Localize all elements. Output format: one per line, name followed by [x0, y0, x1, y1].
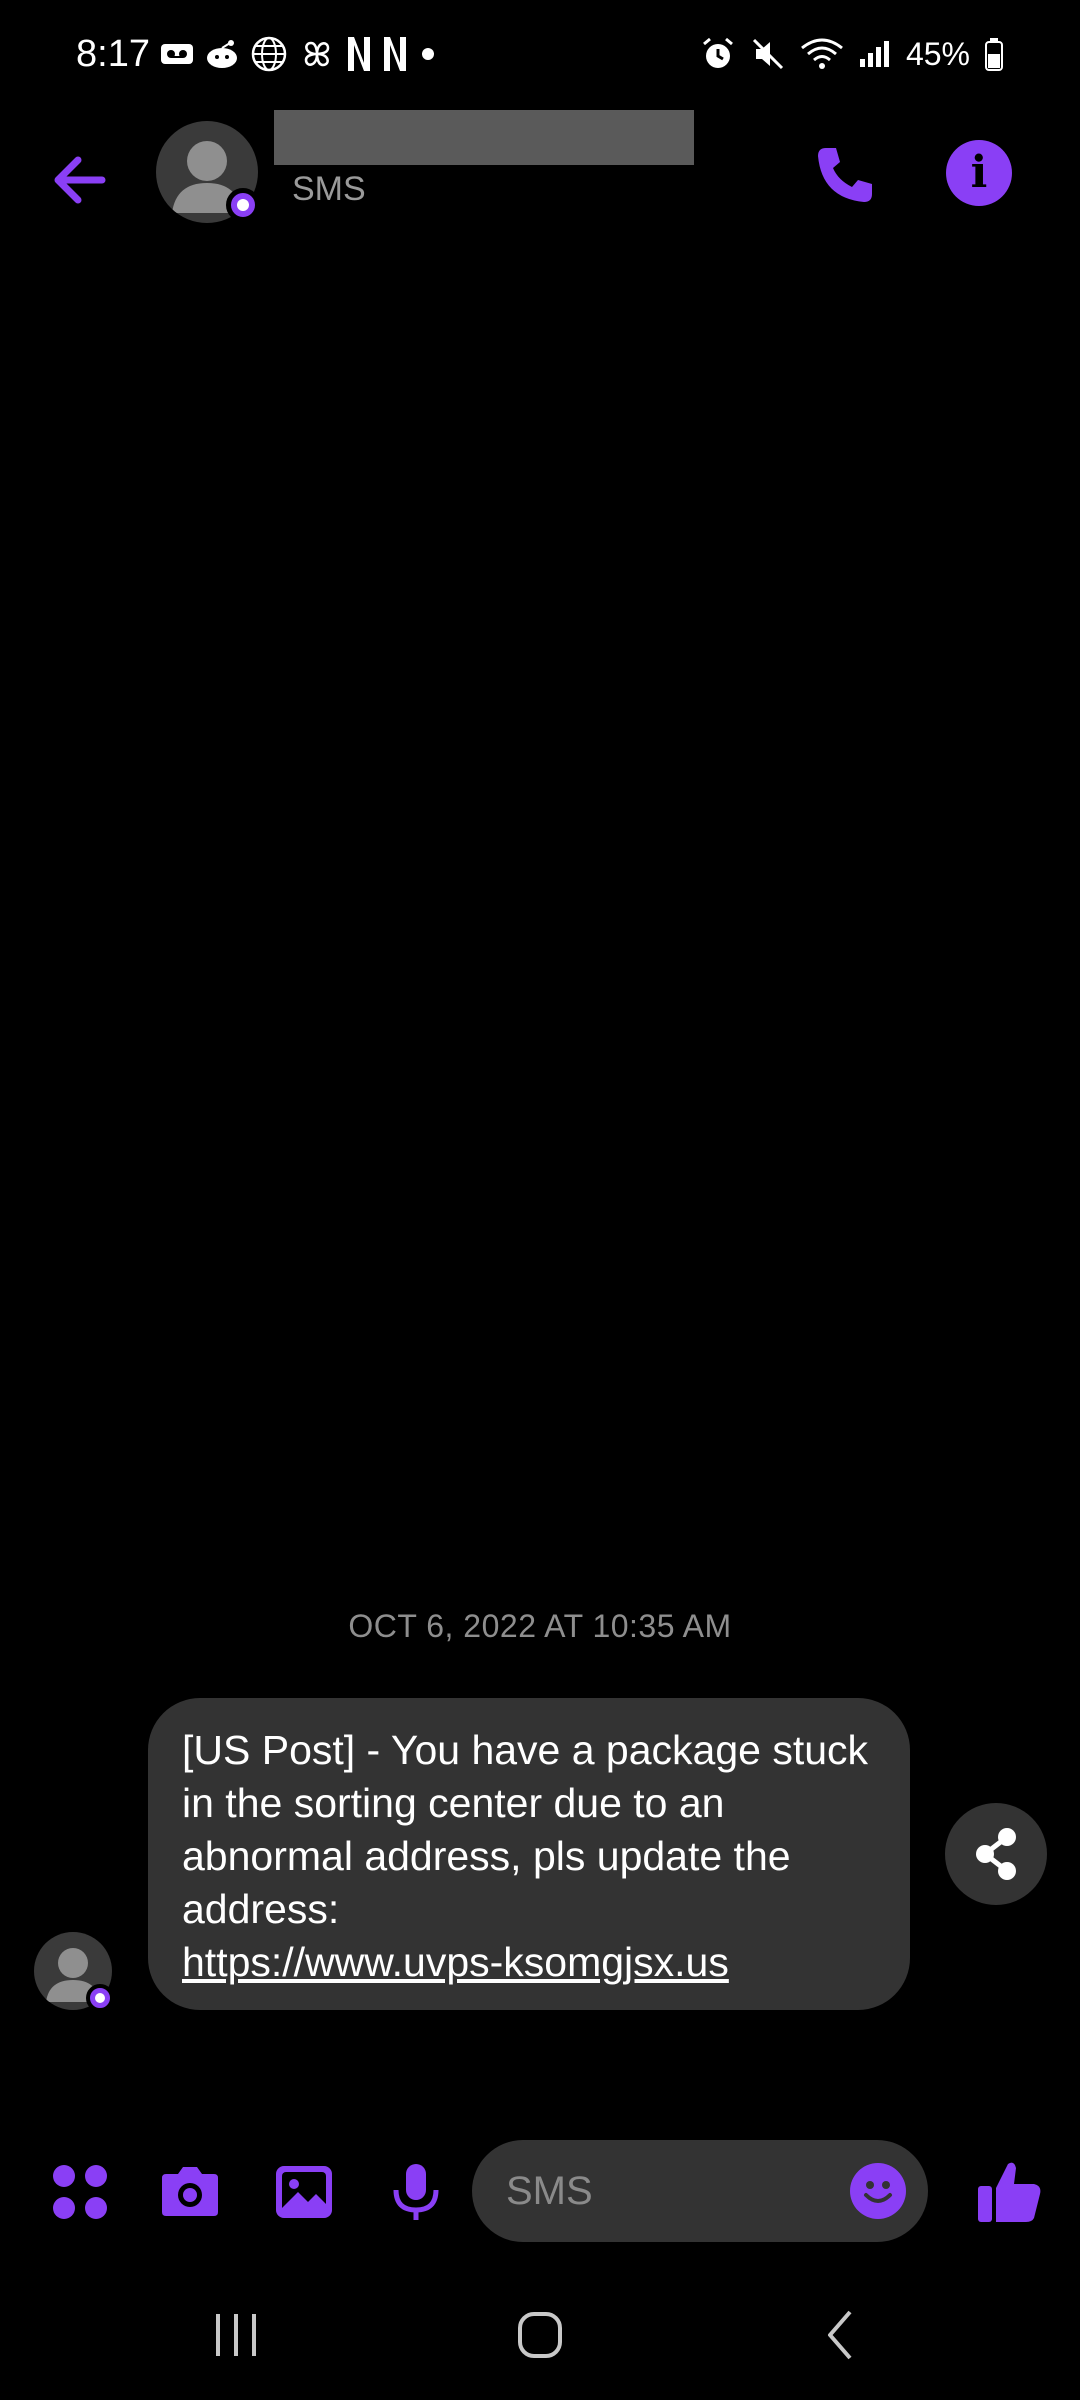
dot-icon [422, 48, 434, 60]
recent-apps-icon[interactable] [196, 2300, 276, 2370]
thumbs-up-icon[interactable] [974, 2156, 1046, 2228]
gallery-icon[interactable] [272, 2160, 336, 2224]
phone-icon[interactable] [808, 140, 880, 212]
arrow-left-icon[interactable] [40, 140, 120, 220]
netflix-icon [384, 37, 406, 71]
status-system-icons: 45% [700, 30, 1004, 78]
battery-percent: 45% [905, 36, 970, 72]
alarm-icon [702, 37, 733, 68]
camera-icon[interactable] [158, 2160, 222, 2224]
mute-icon [752, 38, 784, 70]
emoji-icon[interactable] [850, 2163, 906, 2219]
status-time: 8:17 [76, 33, 150, 75]
signal-icon [859, 41, 889, 67]
smiley-icon [864, 2181, 892, 2203]
battery-icon [985, 38, 1003, 71]
status-bar: 8:17 45% [0, 0, 1080, 110]
voicemail-icon [161, 44, 193, 64]
apps-icon[interactable] [48, 2160, 112, 2224]
message-link[interactable]: https://www.uvps-ksomgjsx.us [182, 1939, 729, 1985]
message-timestamp: OCT 6, 2022 AT 10:35 AM [348, 1608, 732, 1644]
messenger-badge-icon [226, 188, 260, 222]
home-icon[interactable] [500, 2300, 580, 2370]
share-icon [976, 1828, 1016, 1880]
message-bubble[interactable]: [US Post] - You have a package stuck in … [148, 1698, 910, 2010]
netflix-icon [348, 37, 370, 71]
info-icon[interactable]: i [946, 140, 1012, 206]
pinwheel-icon [304, 41, 330, 67]
message-composer: SMS [0, 2130, 1080, 2250]
message-text: [US Post] - You have a package stuck in … [182, 1727, 869, 1932]
system-nav-bar [0, 2270, 1080, 2400]
back-icon[interactable] [800, 2300, 880, 2370]
wifi-icon [801, 38, 843, 69]
share-button[interactable] [945, 1803, 1047, 1905]
globe-icon [251, 36, 287, 72]
mic-icon[interactable] [384, 2160, 448, 2224]
status-notification-icons [160, 30, 438, 78]
conversation-header: SMS i [0, 110, 1080, 240]
reddit-icon [207, 40, 237, 68]
messenger-badge-icon [86, 1984, 114, 2012]
contact-name-redacted[interactable] [274, 110, 694, 165]
contact-subtitle: SMS [292, 170, 366, 208]
